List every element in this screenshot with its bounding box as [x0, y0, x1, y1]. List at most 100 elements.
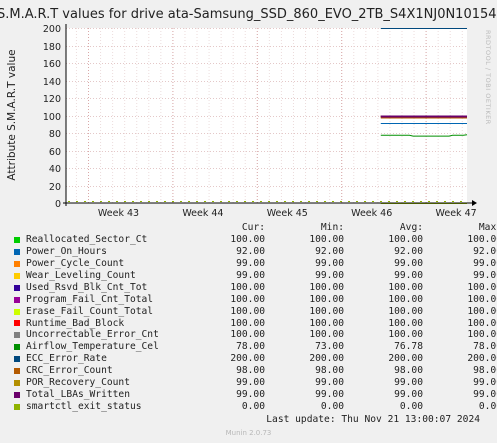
legend-header-min: Min: — [320, 222, 344, 233]
legend-row: Power_On_Hours 92.00 92.00 92.00 92.00 — [12, 245, 497, 258]
y-tick-label: 60 — [49, 147, 61, 158]
y-tick-labels: 0 20 40 60 80 100 120 140 160 180 200 — [43, 24, 61, 210]
legend-max-value: 100.00 — [467, 305, 497, 317]
legend-swatch — [14, 260, 20, 267]
y-tick-label: 120 — [43, 94, 61, 105]
legend-max-value: 99.00 — [473, 377, 497, 389]
legend-min-value: 99.00 — [315, 389, 344, 401]
legend-series-name: Reallocated_Sector_Ct — [26, 233, 148, 245]
legend-avg-value: 98.00 — [394, 365, 423, 377]
legend-swatch — [14, 248, 20, 255]
legend-cur-value: 99.00 — [236, 389, 265, 401]
legend-row: Airflow_Temperature_Cel 78.00 73.00 76.78 78… — [12, 341, 497, 353]
legend-max-value: 99.00 — [473, 257, 497, 269]
legend-avg-value: 92.00 — [394, 245, 423, 257]
legend-series-name: CRC_Error_Count — [26, 365, 113, 377]
y-tick-label: 20 — [49, 182, 61, 193]
legend-series-name: Used_Rsvd_Blk_Cnt_Tot — [26, 281, 148, 293]
legend-min-value: 0.00 — [320, 401, 344, 413]
legend-header-cur: Cur: — [241, 222, 265, 233]
legend-avg-value: 99.00 — [394, 257, 423, 269]
legend-swatch — [14, 344, 20, 351]
legend-min-value: 100.00 — [309, 281, 344, 293]
legend-min-value: 73.00 — [315, 341, 344, 353]
legend-min-value: 100.00 — [309, 317, 344, 329]
legend-cur-value: 98.00 — [236, 365, 265, 377]
legend-cur-value: 100.00 — [230, 293, 265, 305]
legend-series-name: Runtime_Bad_Block — [26, 317, 125, 329]
legend-swatch — [14, 284, 20, 291]
legend-row: ECC_Error_Rate 200.00 200.00 200.00 200.00 — [12, 353, 497, 365]
legend-max-value: 100.00 — [467, 281, 497, 293]
footer-version: Munin 2.0.73 — [225, 429, 272, 437]
y-tick-label: 160 — [43, 59, 61, 70]
legend-cur-value: 100.00 — [230, 317, 265, 329]
legend-swatch — [14, 356, 20, 363]
y-axis-label: Attribute S.M.A.R.T value — [6, 49, 18, 180]
legend-min-value: 100.00 — [309, 329, 344, 341]
y-tick-label: 100 — [43, 112, 61, 123]
legend-swatch — [14, 332, 20, 339]
legend-swatch — [14, 320, 20, 327]
legend-max-value: 100.00 — [467, 233, 497, 245]
legend-swatch — [14, 308, 20, 315]
y-tick-label: 80 — [49, 129, 61, 140]
legend-cur-value: 78.00 — [236, 341, 265, 353]
legend-cur-value: 100.00 — [230, 305, 265, 317]
legend-swatch — [14, 368, 20, 375]
legend-swatch — [14, 296, 20, 303]
legend-series-name: Uncorrectable_Error_Cnt — [26, 329, 159, 341]
legend-header-max: Max: — [478, 222, 497, 233]
x-tick-label: Week 46 — [351, 208, 392, 219]
legend-max-value: 200.00 — [467, 353, 497, 365]
legend-series-name: Wear_Leveling_Count — [26, 269, 136, 281]
legend-row: Power_Cycle_Count 99.00 99.00 99.00 99.00 — [12, 257, 497, 270]
legend-row: Wear_Leveling_Count 99.00 99.00 99.00 99.00 — [12, 269, 497, 282]
x-tick-labels: Week 43 Week 44 Week 45 Week 46 Week 47 — [98, 208, 477, 219]
legend-min-value: 100.00 — [309, 293, 344, 305]
legend-max-value: 99.00 — [473, 389, 497, 401]
x-tick-label: Week 47 — [436, 208, 477, 219]
legend-swatch — [14, 272, 20, 279]
legend-cur-value: 0.00 — [241, 401, 265, 413]
chart-title: S.M.A.R.T values for drive ata-Samsung_S… — [0, 7, 497, 22]
legend-max-value: 92.00 — [473, 245, 497, 257]
legend-min-value: 92.00 — [315, 245, 344, 257]
legend-series-name: Erase_Fail_Count_Total — [26, 305, 154, 317]
legend-series-name: Airflow_Temperature_Cel — [26, 341, 159, 353]
legend-row: POR_Recovery_Count 99.00 99.00 99.00 99.00 — [12, 377, 497, 389]
legend-cur-value: 100.00 — [230, 233, 265, 245]
legend-series-name: smartctl_exit_status — [26, 401, 142, 413]
last-update: Last update: Thu Nov 21 13:00:07 2024 — [266, 414, 480, 425]
legend-row: Program_Fail_Cnt_Total 100.00 100.00 100.00… — [12, 293, 497, 306]
legend-max-value: 98.00 — [473, 365, 497, 377]
y-tick-label: 0 — [55, 199, 61, 210]
legend-max-value: 100.00 — [467, 293, 497, 305]
legend-avg-value: 99.00 — [394, 389, 423, 401]
legend-max-value: 78.00 — [473, 341, 497, 353]
legend-swatch — [14, 392, 20, 399]
y-tick-label: 180 — [43, 42, 61, 53]
legend-max-value: 0.00 — [478, 401, 497, 413]
legend-row: Erase_Fail_Count_Total 100.00 100.00 100.00… — [12, 305, 497, 318]
legend-cur-value: 200.00 — [230, 353, 265, 365]
legend-avg-value: 100.00 — [388, 329, 423, 341]
legend-cur-value: 99.00 — [236, 377, 265, 389]
chart: 020406080100120140160180200 Week 43 Week … — [0, 7, 497, 219]
legend-cur-value: 100.00 — [230, 281, 265, 293]
legend-header: Cur: Min: Avg: Max: — [12, 222, 497, 234]
legend-row: smartctl_exit_status 0.00 0.00 0.00 0.00 — [12, 401, 497, 413]
legend-row: Total_LBAs_Written 99.00 99.00 99.00 99.00 — [12, 389, 497, 401]
y-tick-label: 140 — [43, 77, 61, 88]
x-tick-label: Week 45 — [267, 208, 308, 219]
x-axis-arrow — [472, 200, 477, 206]
legend-cur-value: 99.00 — [236, 257, 265, 269]
legend-series-name: Program_Fail_Cnt_Total — [26, 293, 154, 305]
legend-row: CRC_Error_Count 98.00 98.00 98.00 98.00 — [12, 365, 497, 377]
legend-avg-value: 99.00 — [394, 269, 423, 281]
y-tick-label: 40 — [49, 164, 61, 175]
rrdtool-watermark: RRDTOOL / TOBI OETIKER — [484, 30, 492, 125]
legend-series-name: Power_Cycle_Count — [26, 257, 125, 269]
legend-max-value: 100.00 — [467, 317, 497, 329]
legend-max-value: 99.00 — [473, 269, 497, 281]
